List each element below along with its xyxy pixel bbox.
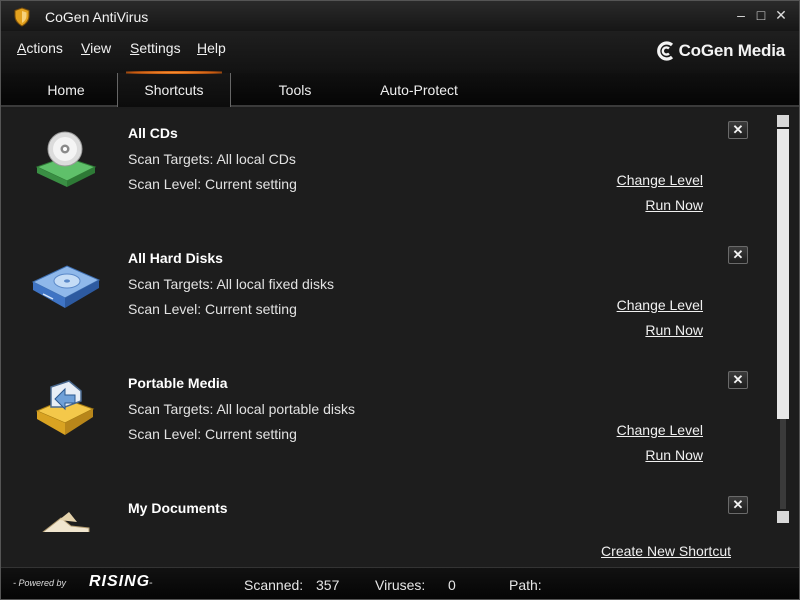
run-now-link[interactable]: Run Now [645, 197, 703, 213]
minimize-button[interactable]: – [733, 7, 749, 23]
tab-auto-protect[interactable]: Auto-Protect [361, 73, 477, 107]
run-now-link[interactable]: Run Now [645, 322, 703, 338]
shield-icon [13, 7, 31, 27]
tab-shortcuts[interactable]: Shortcuts [117, 71, 231, 107]
change-level-link[interactable]: Change Level [617, 297, 703, 313]
title-bar[interactable]: CoGen AntiVirus – □ ✕ [1, 1, 799, 31]
shortcut-card: Portable Media Scan Targets: All local p… [1, 359, 771, 484]
viruses-label: Viruses: [375, 577, 426, 593]
remove-shortcut-button[interactable]: ✕ [728, 371, 748, 389]
shortcut-title: Portable Media [128, 375, 228, 391]
tab-home[interactable]: Home [15, 73, 117, 107]
run-now-link[interactable]: Run Now [645, 447, 703, 463]
powered-by-text: - Powered by [13, 578, 67, 588]
tab-bar: Home Shortcuts Tools Auto-Protect [1, 71, 799, 107]
hard-disk-icon [29, 252, 103, 314]
menu-bar: Actions View Settings Help CoGen Media [1, 31, 799, 73]
viruses-count: 0 [448, 577, 456, 593]
cogen-logo-icon [656, 41, 673, 61]
shortcut-card: All Hard Disks Scan Targets: All local f… [1, 234, 771, 359]
scroll-up-arrow[interactable] [777, 115, 789, 127]
scroll-thumb[interactable] [777, 129, 789, 419]
menu-help[interactable]: Help [197, 40, 226, 56]
scanned-count: 357 [316, 577, 340, 593]
menu-view[interactable]: View [81, 40, 111, 56]
scan-targets-text: Scan Targets: All local fixed disks [128, 276, 334, 292]
shortcut-title: All Hard Disks [128, 250, 223, 266]
scroll-down-arrow[interactable] [777, 511, 789, 523]
create-new-shortcut-link[interactable]: Create New Shortcut [601, 543, 731, 559]
vertical-scrollbar[interactable] [775, 113, 791, 525]
scan-targets-text: Scan Targets: All local portable disks [128, 401, 355, 417]
change-level-link[interactable]: Change Level [617, 422, 703, 438]
shortcuts-panel: All CDs Scan Targets: All local CDs Scan… [1, 109, 799, 567]
scanned-label: Scanned: [244, 577, 304, 593]
remove-shortcut-button[interactable]: ✕ [728, 496, 748, 514]
remove-shortcut-button[interactable]: ✕ [728, 121, 748, 139]
shortcut-title: My Documents [128, 500, 228, 516]
portable-media-icon [29, 377, 103, 439]
menu-actions[interactable]: Actions [17, 40, 63, 56]
scan-level-text: Scan Level: Current setting [128, 301, 297, 317]
brand-logo: CoGen Media [655, 41, 785, 61]
app-window: CoGen AntiVirus – □ ✕ Actions View Setti… [0, 0, 800, 600]
change-level-link[interactable]: Change Level [617, 172, 703, 188]
shortcut-card: All CDs Scan Targets: All local CDs Scan… [1, 109, 771, 234]
window-title: CoGen AntiVirus [45, 9, 149, 25]
rising-logo: RISING [89, 573, 151, 590]
maximize-button[interactable]: □ [753, 7, 769, 23]
remove-shortcut-button[interactable]: ✕ [728, 246, 748, 264]
logo-dash: - [149, 577, 153, 589]
brand-name: CoGen Media [678, 41, 786, 60]
menu-settings[interactable]: Settings [130, 40, 181, 56]
tab-tools[interactable]: Tools [241, 73, 349, 107]
cd-drive-icon [29, 127, 103, 189]
documents-icon [29, 502, 103, 532]
shortcut-title: All CDs [128, 125, 178, 141]
path-label: Path: [509, 577, 542, 593]
scan-level-text: Scan Level: Current setting [128, 426, 297, 442]
scan-targets-text: Scan Targets: All local CDs [128, 151, 296, 167]
close-window-button[interactable]: ✕ [773, 7, 789, 23]
scan-level-text: Scan Level: Current setting [128, 176, 297, 192]
status-bar: - Powered by RISING - Scanned: 357 Virus… [1, 567, 799, 599]
